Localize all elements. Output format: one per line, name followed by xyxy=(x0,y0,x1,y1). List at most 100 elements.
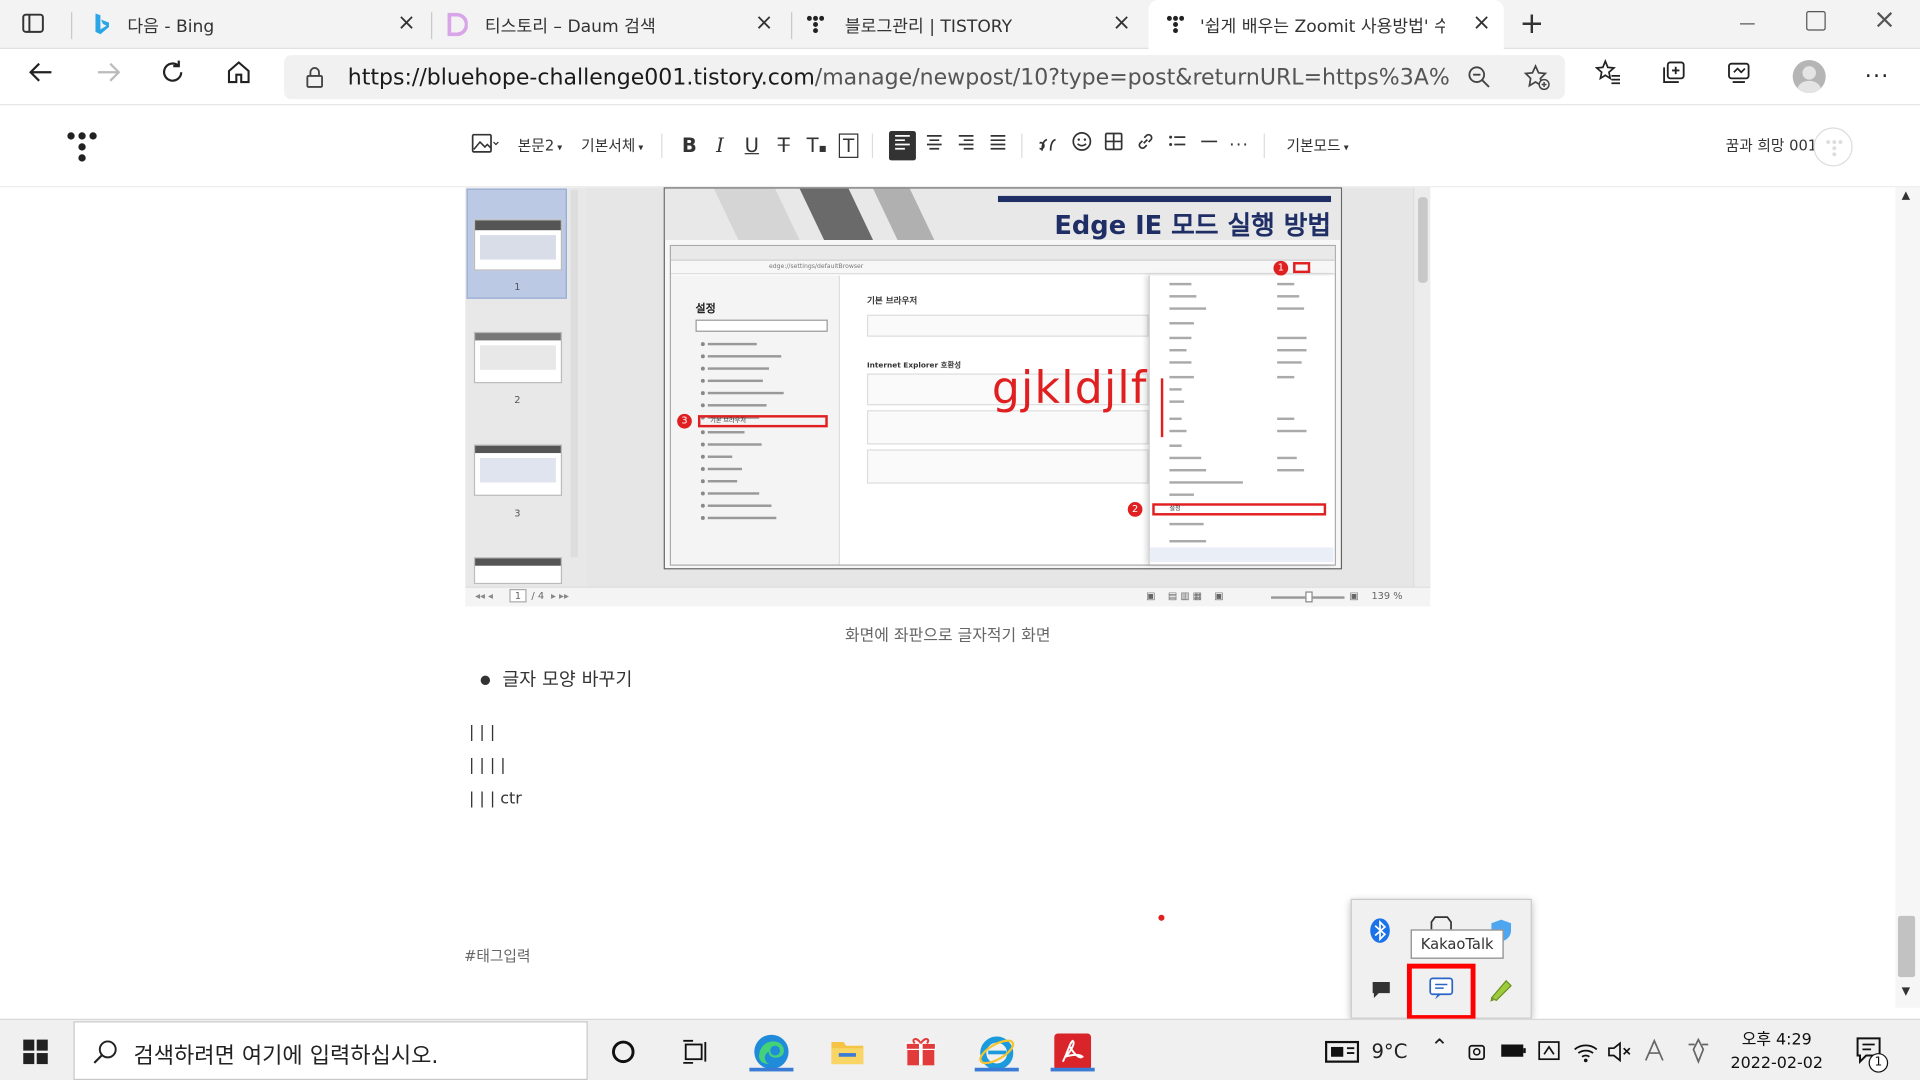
battery-icon[interactable] xyxy=(1500,1042,1527,1059)
tab-daum[interactable]: 티스토리 – Daum 검색 × xyxy=(433,0,788,49)
performance-button[interactable] xyxy=(1720,59,1757,96)
table-button[interactable] xyxy=(1100,131,1127,160)
pen-tool-icon[interactable] xyxy=(1487,976,1516,1003)
close-tab-icon[interactable]: × xyxy=(752,10,776,37)
scroll-up-icon[interactable]: ▲ xyxy=(1902,190,1910,202)
tab-actions-button[interactable] xyxy=(20,10,52,39)
edge-taskbar-button[interactable] xyxy=(749,1032,794,1072)
windows-start-icon[interactable] xyxy=(22,1038,49,1065)
new-tab-button[interactable]: + xyxy=(1516,7,1548,39)
bullet-list-item[interactable]: ● 글자 모양 바꾸기 xyxy=(480,666,632,692)
wifi-icon[interactable] xyxy=(1572,1040,1599,1064)
back-button[interactable] xyxy=(22,59,59,96)
strikethrough-button[interactable]: T xyxy=(771,131,795,160)
collections-button[interactable] xyxy=(1656,59,1693,96)
text-color-button[interactable]: T▪ xyxy=(803,131,830,160)
gift-app-button[interactable] xyxy=(901,1032,940,1071)
internet-explorer-button[interactable] xyxy=(974,1032,1019,1072)
blog-user-avatar[interactable] xyxy=(1813,127,1853,167)
chat-bubble-icon[interactable] xyxy=(1369,978,1393,1000)
align-center-button[interactable] xyxy=(921,131,948,160)
volume-muted-icon[interactable] xyxy=(1607,1040,1634,1064)
list-button[interactable] xyxy=(1163,131,1190,160)
bluetooth-icon[interactable] xyxy=(1369,917,1391,944)
emoticon-button[interactable] xyxy=(1068,131,1095,160)
close-tab-icon[interactable]: × xyxy=(1109,10,1133,37)
zoom-slider-thumb[interactable] xyxy=(1305,591,1313,603)
slide-vscroll[interactable] xyxy=(1413,187,1431,587)
slide-thumbnail[interactable] xyxy=(473,444,563,496)
refresh-button[interactable] xyxy=(154,59,191,96)
paragraph-line[interactable]: | | | xyxy=(469,724,495,742)
clock-time[interactable]: 오후 4:29 xyxy=(1724,1026,1829,1049)
notification-center-button[interactable]: 1 xyxy=(1854,1035,1891,1073)
ime-language-icon[interactable] xyxy=(1641,1037,1668,1064)
tab-bar: 다음 - Bing × 티스토리 – Daum 검색 × 블로그관리 | TIS… xyxy=(0,0,1920,51)
pen-workspace-icon[interactable] xyxy=(1685,1037,1712,1064)
editor-mode-select[interactable]: 기본모드 ▾ xyxy=(1281,131,1354,160)
profile-avatar[interactable] xyxy=(1792,60,1826,94)
scroll-thumb[interactable] xyxy=(1897,915,1916,978)
image-caption[interactable]: 화면에 좌판으로 글자적기 화면 xyxy=(465,622,1430,645)
address-bar[interactable]: https://bluehope-challenge001.tistory.co… xyxy=(284,55,1565,100)
show-hidden-icons-button[interactable]: ⌃ xyxy=(1430,1035,1448,1061)
close-window-button[interactable]: × xyxy=(1871,5,1898,37)
search-icon xyxy=(93,1040,117,1064)
cortana-icon[interactable] xyxy=(610,1038,637,1065)
taskbar: 검색하려면 여기에 입력하십시오. 9°C ⌃ 오후 4:29 2022-02-… xyxy=(0,1018,1920,1080)
post-editor-content[interactable]: 1 2 3 Edge IE 모드 실행 방법 edge://settings/d… xyxy=(0,187,1896,1008)
restore-button[interactable] xyxy=(1806,11,1826,31)
close-tab-icon[interactable]: × xyxy=(394,10,418,37)
underline-button[interactable]: U xyxy=(740,131,764,160)
paragraph-line[interactable]: | | | | xyxy=(469,757,506,775)
scroll-down-icon[interactable]: ▼ xyxy=(1902,986,1910,998)
tab-bing[interactable]: 다음 - Bing × xyxy=(73,0,428,49)
task-view-icon[interactable] xyxy=(681,1037,710,1066)
text-background-button[interactable]: T xyxy=(836,131,860,160)
page-scrollbar[interactable]: ▲ ▼ xyxy=(1895,187,1920,1008)
font-select[interactable]: 기본서체 ▾ xyxy=(576,131,649,160)
divider-button[interactable] xyxy=(1195,131,1222,160)
meet-now-icon[interactable] xyxy=(1465,1040,1489,1064)
paragraph-line[interactable]: | | | ctr xyxy=(469,790,522,808)
taskbar-search-box[interactable]: 검색하려면 여기에 입력하십시오. xyxy=(73,1021,588,1080)
minimize-button[interactable] xyxy=(1736,10,1760,34)
acrobat-reader-button[interactable] xyxy=(1050,1032,1095,1072)
zoom-icon[interactable] xyxy=(1467,65,1491,89)
favorites-button[interactable] xyxy=(1589,58,1626,96)
forward-button[interactable] xyxy=(91,59,128,96)
paragraph-style-select[interactable]: 본문2 ▾ xyxy=(514,131,565,160)
kakaotalk-icon[interactable] xyxy=(1428,976,1455,1000)
more-tools-button[interactable]: ··· xyxy=(1226,131,1253,160)
weather-icon[interactable] xyxy=(1325,1040,1360,1064)
close-tab-icon[interactable]: × xyxy=(1469,10,1493,37)
thumbnail-scrollbar[interactable] xyxy=(570,189,578,558)
notification-count-badge: 1 xyxy=(1868,1053,1889,1073)
align-left-button[interactable] xyxy=(888,131,916,161)
italic-button[interactable]: I xyxy=(708,131,732,160)
slide-thumbnail[interactable] xyxy=(473,557,563,585)
clock-date[interactable]: 2022-02-02 xyxy=(1724,1054,1829,1072)
quote-button[interactable] xyxy=(1036,131,1063,160)
bold-button[interactable]: B xyxy=(677,131,701,160)
tistory-logo[interactable] xyxy=(66,131,98,163)
slide-thumbnail[interactable] xyxy=(473,331,563,384)
tag-input[interactable]: #태그입력 xyxy=(464,945,530,966)
add-favorite-icon[interactable] xyxy=(1523,64,1550,91)
slide-thumbnail[interactable] xyxy=(473,219,563,271)
file-explorer-button[interactable] xyxy=(828,1032,867,1071)
link-button[interactable] xyxy=(1131,131,1158,160)
tab-blog-manage[interactable]: 블로그관리 | TISTORY × xyxy=(793,0,1146,49)
home-button[interactable] xyxy=(220,59,257,96)
forward-arrow-icon xyxy=(97,62,121,82)
temperature-label[interactable]: 9°C xyxy=(1371,1040,1407,1063)
page-input[interactable]: 1 xyxy=(509,588,527,603)
align-right-button[interactable] xyxy=(953,131,980,160)
settings-more-button[interactable]: ··· xyxy=(1859,59,1896,96)
align-justify-button[interactable] xyxy=(984,131,1011,160)
embedded-screenshot[interactable]: 1 2 3 Edge IE 모드 실행 방법 edge://settings/d… xyxy=(465,187,1431,607)
tab-active-post[interactable]: '쉽게 배우는 Zoomit 사용방법' 수 × xyxy=(1148,0,1504,51)
zoomit-annotation-text: gjkldjlf xyxy=(991,363,1148,414)
network-device-icon[interactable] xyxy=(1536,1037,1563,1064)
insert-image-button[interactable] xyxy=(469,131,501,160)
